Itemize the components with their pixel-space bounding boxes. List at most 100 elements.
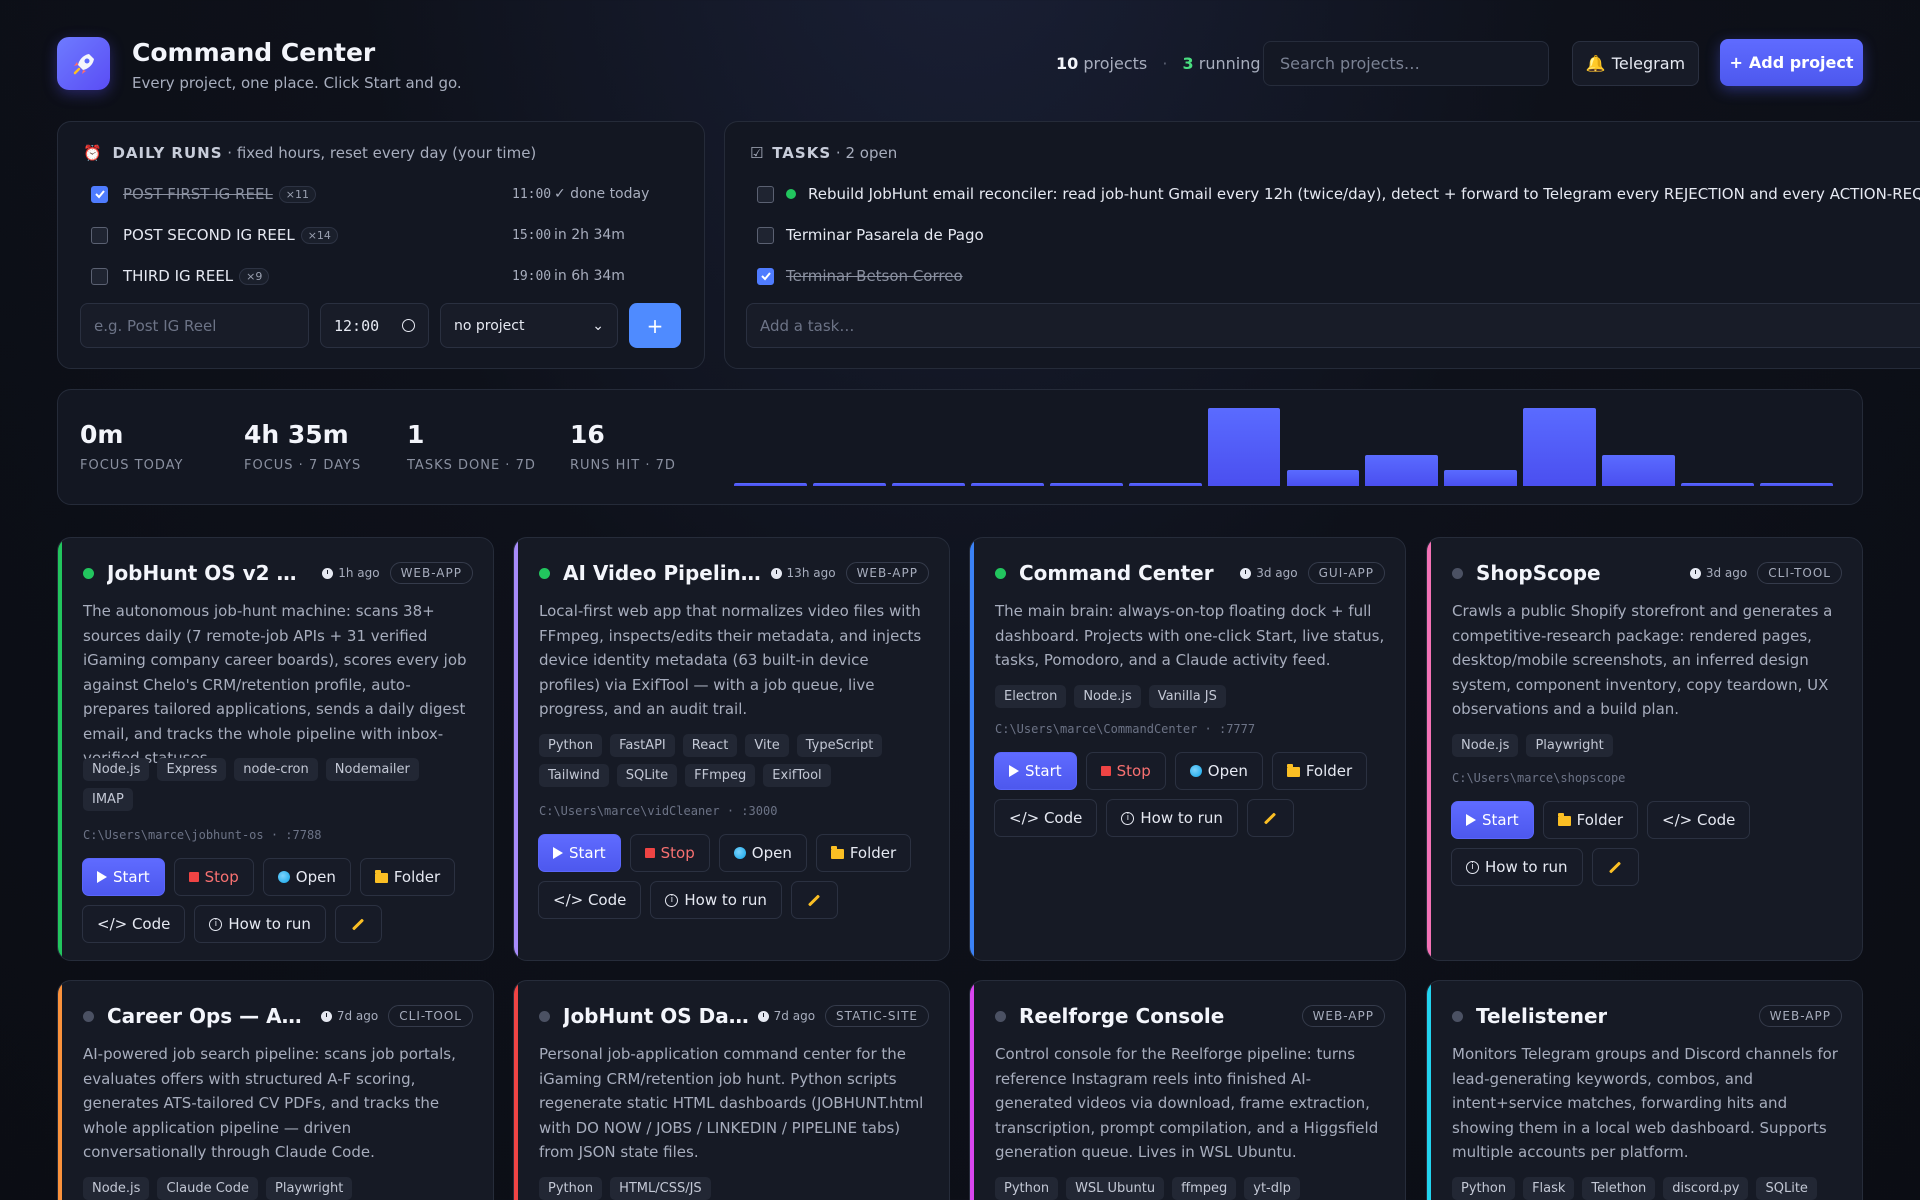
project-card: AI Video Pipeline (... 13h ago WEB-APP L… [513,537,950,961]
start-button[interactable]: Start [994,752,1077,790]
folder-icon [1286,764,1300,777]
how-to-run-button[interactable]: i How to run [1451,848,1583,886]
stat-value: 0m [80,420,124,449]
card-title[interactable]: ShopScope [1476,561,1601,585]
card-description: Crawls a public Shopify storefront and g… [1452,602,1833,718]
project-select[interactable]: no project ⌄ [440,303,618,348]
card-title[interactable]: JobHunt OS v2 — ... [107,561,307,585]
daily-run-checkbox[interactable] [91,267,108,285]
tech-tag: Claude Code [157,1177,259,1200]
tech-tag: Tailwind [539,764,609,787]
task-checkbox[interactable] [757,226,774,244]
start-button[interactable]: Start [82,858,165,896]
task-label[interactable]: Terminar Betson Correo [786,267,963,285]
daily-runs-subtitle: · fixed hours, reset every day (your tim… [227,144,537,162]
task-label[interactable]: Rebuild JobHunt email reconciler: read j… [808,185,1920,203]
separator: · [1162,54,1168,73]
search-input[interactable] [1263,41,1549,86]
tech-tag: node-cron [234,758,318,781]
stat-label: FOCUS · 7 DAYS [244,458,362,473]
run-name-input[interactable]: e.g. Post IG Reel [80,303,309,348]
card-type-badge: WEB-APP [1301,1005,1385,1027]
daily-run-checkbox[interactable] [91,226,108,244]
app-header: Command Center Every project, one place.… [57,37,1863,93]
how-to-run-button[interactable]: i How to run [194,905,326,943]
status-stopped-dot [83,1010,94,1022]
folder-icon [1557,813,1571,826]
card-title[interactable]: JobHunt OS Dash... [563,1004,758,1028]
add-task-input[interactable]: Add a task… [746,303,1920,348]
folder-button[interactable]: Folder [815,834,912,872]
open-button[interactable]: Open [1174,752,1263,790]
folder-button[interactable]: Folder [359,858,456,896]
task-label[interactable]: Terminar Pasarela de Pago [786,226,984,244]
card-title[interactable]: AI Video Pipeline (... [563,561,763,585]
card-title[interactable]: Reelforge Console [1019,1004,1224,1028]
folder-button[interactable]: Folder [1542,801,1639,839]
card-type-badge: WEB-APP [845,562,929,584]
add-run-button[interactable]: + [629,303,681,348]
card-description: AI-powered job search pipeline: scans jo… [83,1045,456,1161]
folder-label: Folder [849,844,897,862]
activity-bar [1207,408,1281,486]
play-icon [97,871,107,883]
card-tags: Python FastAPI React Vite TypeScript Tai… [539,734,929,787]
code-button[interactable]: </> Code [1647,801,1751,839]
clock-icon [322,567,334,579]
folder-label: Folder [1305,762,1353,780]
code-button[interactable]: </> Code [994,799,1098,837]
bell-icon: 🔔 [1585,54,1606,73]
how-to-run-button[interactable]: i How to run [1106,799,1238,837]
edit-button[interactable] [334,905,382,943]
daily-run-count: ×14 [300,226,338,244]
task-checkbox[interactable] [757,185,774,203]
card-last-active: 1h ago [322,566,380,580]
plus-icon: + [1729,53,1743,72]
activity-bar [1049,483,1123,486]
how-to-run-button[interactable]: i How to run [650,881,782,919]
code-button[interactable]: </> Code [82,905,186,943]
stat-value: 16 [570,420,605,449]
open-button[interactable]: Open [262,858,351,896]
stop-button[interactable]: Stop [629,834,710,872]
checkbox-icon: ☑ [750,144,764,162]
tech-tag: Python [1452,1177,1516,1200]
start-button[interactable]: Start [538,834,621,872]
card-title[interactable]: Telelistener [1476,1004,1607,1028]
tech-tag: Python [539,1177,603,1200]
run-time-input[interactable]: 12:00 [320,303,429,348]
stop-button[interactable]: Stop [1085,752,1166,790]
card-ago-text: 13h ago [786,566,836,580]
add-project-button[interactable]: + Add project [1720,39,1863,86]
header-stats: 10 projects · 3 running [1056,54,1261,73]
stat-label: TASKS DONE · 7D [407,458,536,473]
open-label: Open [1207,762,1248,780]
start-button[interactable]: Start [1451,801,1534,839]
folder-button[interactable]: Folder [1271,752,1368,790]
daily-run-label: POST FIRST IG REEL [123,185,273,203]
edit-button[interactable] [1246,799,1294,837]
card-header: JobHunt OS v2 — ... 1h ago WEB-APP [83,560,473,586]
task-checkbox[interactable] [757,267,774,285]
card-description: The main brain: always-on-top floating d… [995,602,1385,669]
card-title[interactable]: Command Center [1019,561,1214,585]
telegram-button[interactable]: 🔔 Telegram [1572,41,1699,86]
stat-focus-7d: 4h 35m FOCUS · 7 DAYS [244,420,361,473]
stop-button[interactable]: Stop [173,858,254,896]
clock-icon [320,1010,332,1022]
edit-button[interactable] [1591,848,1639,886]
daily-run-time: 19:00 [512,268,552,284]
daily-run-checkbox[interactable] [91,185,108,203]
card-type-badge: WEB-APP [1758,1005,1842,1027]
clock-icon [770,567,782,579]
open-button[interactable]: Open [718,834,807,872]
daily-run-status: in 6h 34m [554,268,625,284]
tech-tag: ffmpeg [1172,1177,1237,1200]
status-running-dot [539,567,550,579]
edit-button[interactable] [790,881,838,919]
card-description: Monitors Telegram groups and Discord cha… [1452,1045,1838,1161]
card-title[interactable]: Career Ops — AI J... [107,1004,307,1028]
alarm-clock-icon: ⏰ [83,144,102,162]
code-button[interactable]: </> Code [538,881,642,919]
tasks-subtitle: · 2 open [835,144,898,162]
